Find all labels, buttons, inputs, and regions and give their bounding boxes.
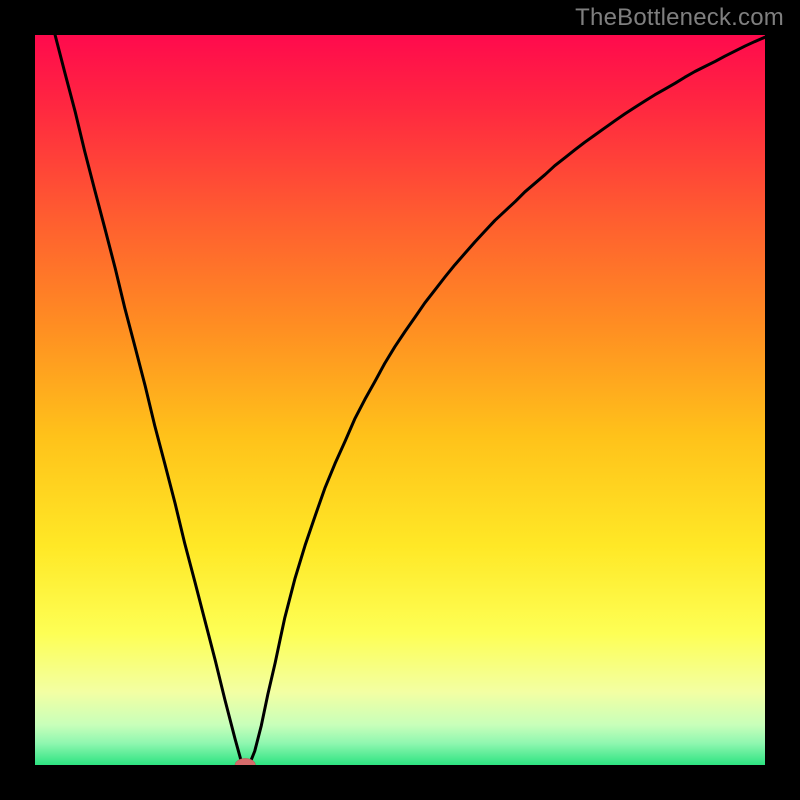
plot-area (35, 35, 765, 765)
chart-stage: TheBottleneck.com (0, 0, 800, 800)
gradient-background (35, 35, 765, 765)
watermark-text: TheBottleneck.com (575, 4, 784, 32)
chart-svg (35, 35, 765, 765)
